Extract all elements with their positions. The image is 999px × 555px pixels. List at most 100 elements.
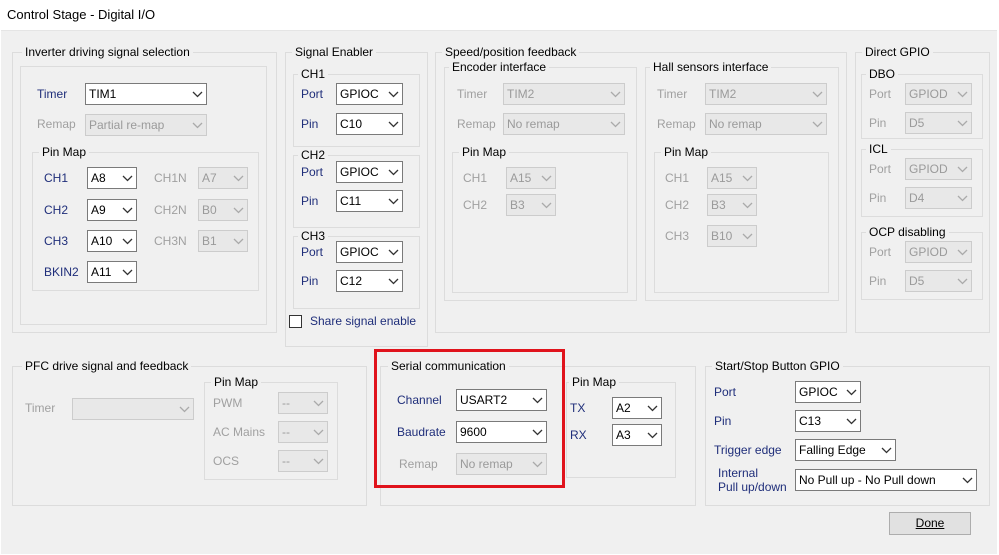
icl-pin-select[interactable]: D4 xyxy=(905,187,972,209)
enabler-ch1-port-select[interactable]: GPIOC xyxy=(336,83,403,105)
ocp-pin-select[interactable]: D5 xyxy=(905,270,972,292)
hall-ch1-select[interactable]: A15 xyxy=(707,167,757,189)
window-title: Control Stage - Digital I/O xyxy=(7,7,156,22)
enabler-ch3-pin-select[interactable]: C12 xyxy=(336,270,403,292)
chevron-down-icon xyxy=(957,275,968,287)
chevron-down-icon xyxy=(812,118,823,130)
dialog-client: Inverter driving signal selection Timer … xyxy=(1,30,997,554)
encoder-ch2-select[interactable]: B3 xyxy=(506,194,556,216)
hall-timer-value: TIM2 xyxy=(709,87,737,101)
trigger-edge-select[interactable]: Falling Edge xyxy=(795,439,896,461)
dbo-title: DBO xyxy=(866,67,899,81)
icl-port-label: Port xyxy=(869,162,892,176)
ch1n-select-value: A7 xyxy=(202,171,217,185)
chevron-down-icon xyxy=(647,402,658,414)
chevron-down-icon xyxy=(122,235,133,247)
enabler-ch2-port-select[interactable]: GPIOC xyxy=(336,161,403,183)
done-button-label: Done xyxy=(915,516,945,530)
enabler-ch1-port-value: GPIOC xyxy=(340,87,379,101)
hall-remap-select[interactable]: No remap xyxy=(705,113,827,135)
enabler-ch3-port-label: Port xyxy=(301,245,324,259)
ch2-select[interactable]: A9 xyxy=(87,199,137,221)
tx-select[interactable]: A2 xyxy=(612,397,662,419)
hall-ch1-value: A15 xyxy=(711,171,733,185)
pull-up-down-select[interactable]: No Pull up - No Pull down xyxy=(795,469,977,491)
pwm-value: -- xyxy=(282,396,290,410)
ch2-label: CH2 xyxy=(44,203,69,217)
chevron-down-icon xyxy=(846,386,857,398)
rx-select[interactable]: A3 xyxy=(612,424,662,446)
pull-up-down-value: No Pull up - No Pull down xyxy=(799,473,936,487)
encoder-ch1-select[interactable]: A15 xyxy=(506,167,556,189)
encoder-ch2-value: B3 xyxy=(510,198,525,212)
chevron-down-icon xyxy=(388,118,399,130)
chevron-down-icon xyxy=(541,172,552,184)
ch1n-select[interactable]: A7 xyxy=(198,167,248,189)
ocs-label: OCS xyxy=(213,454,240,468)
remap-select[interactable]: Partial re-map xyxy=(85,114,207,136)
enabler-ch1-pin-label: Pin xyxy=(301,117,319,131)
enabler-ch1-pin-select[interactable]: C10 xyxy=(336,113,403,135)
enabler-ch2-pin-select[interactable]: C11 xyxy=(336,190,403,212)
start-stop-pin-value: C13 xyxy=(799,414,822,428)
ac-mains-value: -- xyxy=(282,425,290,439)
rx-label: RX xyxy=(570,428,587,442)
timer-label: Timer xyxy=(37,87,68,101)
ch3-select[interactable]: A10 xyxy=(87,230,137,252)
icl-port-select[interactable]: GPIOD xyxy=(905,158,972,180)
inverter-group-title: Inverter driving signal selection xyxy=(22,45,193,59)
icl-pin-value: D4 xyxy=(909,191,925,205)
hall-ch3-select[interactable]: B10 xyxy=(707,225,757,247)
dbo-pin-select[interactable]: D5 xyxy=(905,112,972,134)
ocs-select[interactable]: -- xyxy=(278,450,328,472)
ocp-port-select[interactable]: GPIOD xyxy=(905,241,972,263)
enabler-ch2-pin-label: Pin xyxy=(301,194,319,208)
ch2n-select-value: B0 xyxy=(202,203,217,217)
enabler-ch3-port-select[interactable]: GPIOC xyxy=(336,241,403,263)
ch1-select[interactable]: A8 xyxy=(87,167,137,189)
ch3n-select[interactable]: B1 xyxy=(198,230,248,252)
icl-pin-label: Pin xyxy=(869,191,887,205)
ch3-label: CH3 xyxy=(44,234,69,248)
ch3n-label: CH3N xyxy=(154,234,187,248)
ac-mains-select[interactable]: -- xyxy=(278,421,328,443)
encoder-remap-value: No remap xyxy=(507,117,560,131)
tx-label: TX xyxy=(570,401,586,415)
encoder-remap-select[interactable]: No remap xyxy=(503,113,625,135)
ocp-port-value: GPIOD xyxy=(909,245,948,259)
done-button[interactable]: Done xyxy=(889,512,971,535)
hall-ch2-select[interactable]: B3 xyxy=(707,194,757,216)
encoder-pinmap-title: Pin Map xyxy=(459,145,510,159)
encoder-ch1-label: CH1 xyxy=(463,171,488,185)
chevron-down-icon xyxy=(962,474,973,486)
pfc-timer-select[interactable] xyxy=(72,398,194,420)
enabler-ch2-title: CH2 xyxy=(298,148,329,162)
start-stop-pin-select[interactable]: C13 xyxy=(795,410,861,432)
pull-label-line2: Pull up/down xyxy=(718,480,787,494)
chevron-down-icon xyxy=(313,426,324,438)
chevron-down-icon xyxy=(957,117,968,129)
ch1-label: CH1 xyxy=(44,171,69,185)
hall-ch3-label: CH3 xyxy=(665,229,690,243)
chevron-down-icon xyxy=(742,199,753,211)
timer-select[interactable]: TIM1 xyxy=(85,83,207,105)
share-signal-enable-checkbox[interactable] xyxy=(289,315,302,328)
pwm-select[interactable]: -- xyxy=(278,392,328,414)
ocp-title: OCP disabling xyxy=(866,225,949,239)
pwm-label: PWM xyxy=(213,396,243,410)
bkin2-select[interactable]: A11 xyxy=(87,261,137,283)
chevron-down-icon xyxy=(957,163,968,175)
ch2n-select[interactable]: B0 xyxy=(198,199,248,221)
icl-title: ICL xyxy=(866,142,891,156)
chevron-down-icon xyxy=(122,204,133,216)
enabler-ch2-port-label: Port xyxy=(301,165,324,179)
dbo-port-select[interactable]: GPIOD xyxy=(905,83,972,105)
start-stop-port-select[interactable]: GPIOC xyxy=(795,381,861,403)
enabler-ch1-port-label: Port xyxy=(301,87,324,101)
encoder-timer-select[interactable]: TIM2 xyxy=(503,83,625,105)
hall-timer-select[interactable]: TIM2 xyxy=(705,83,827,105)
ocp-pin-label: Pin xyxy=(869,274,887,288)
ch1-select-value: A8 xyxy=(91,171,106,185)
trigger-edge-value: Falling Edge xyxy=(799,443,866,457)
chevron-down-icon xyxy=(388,246,399,258)
